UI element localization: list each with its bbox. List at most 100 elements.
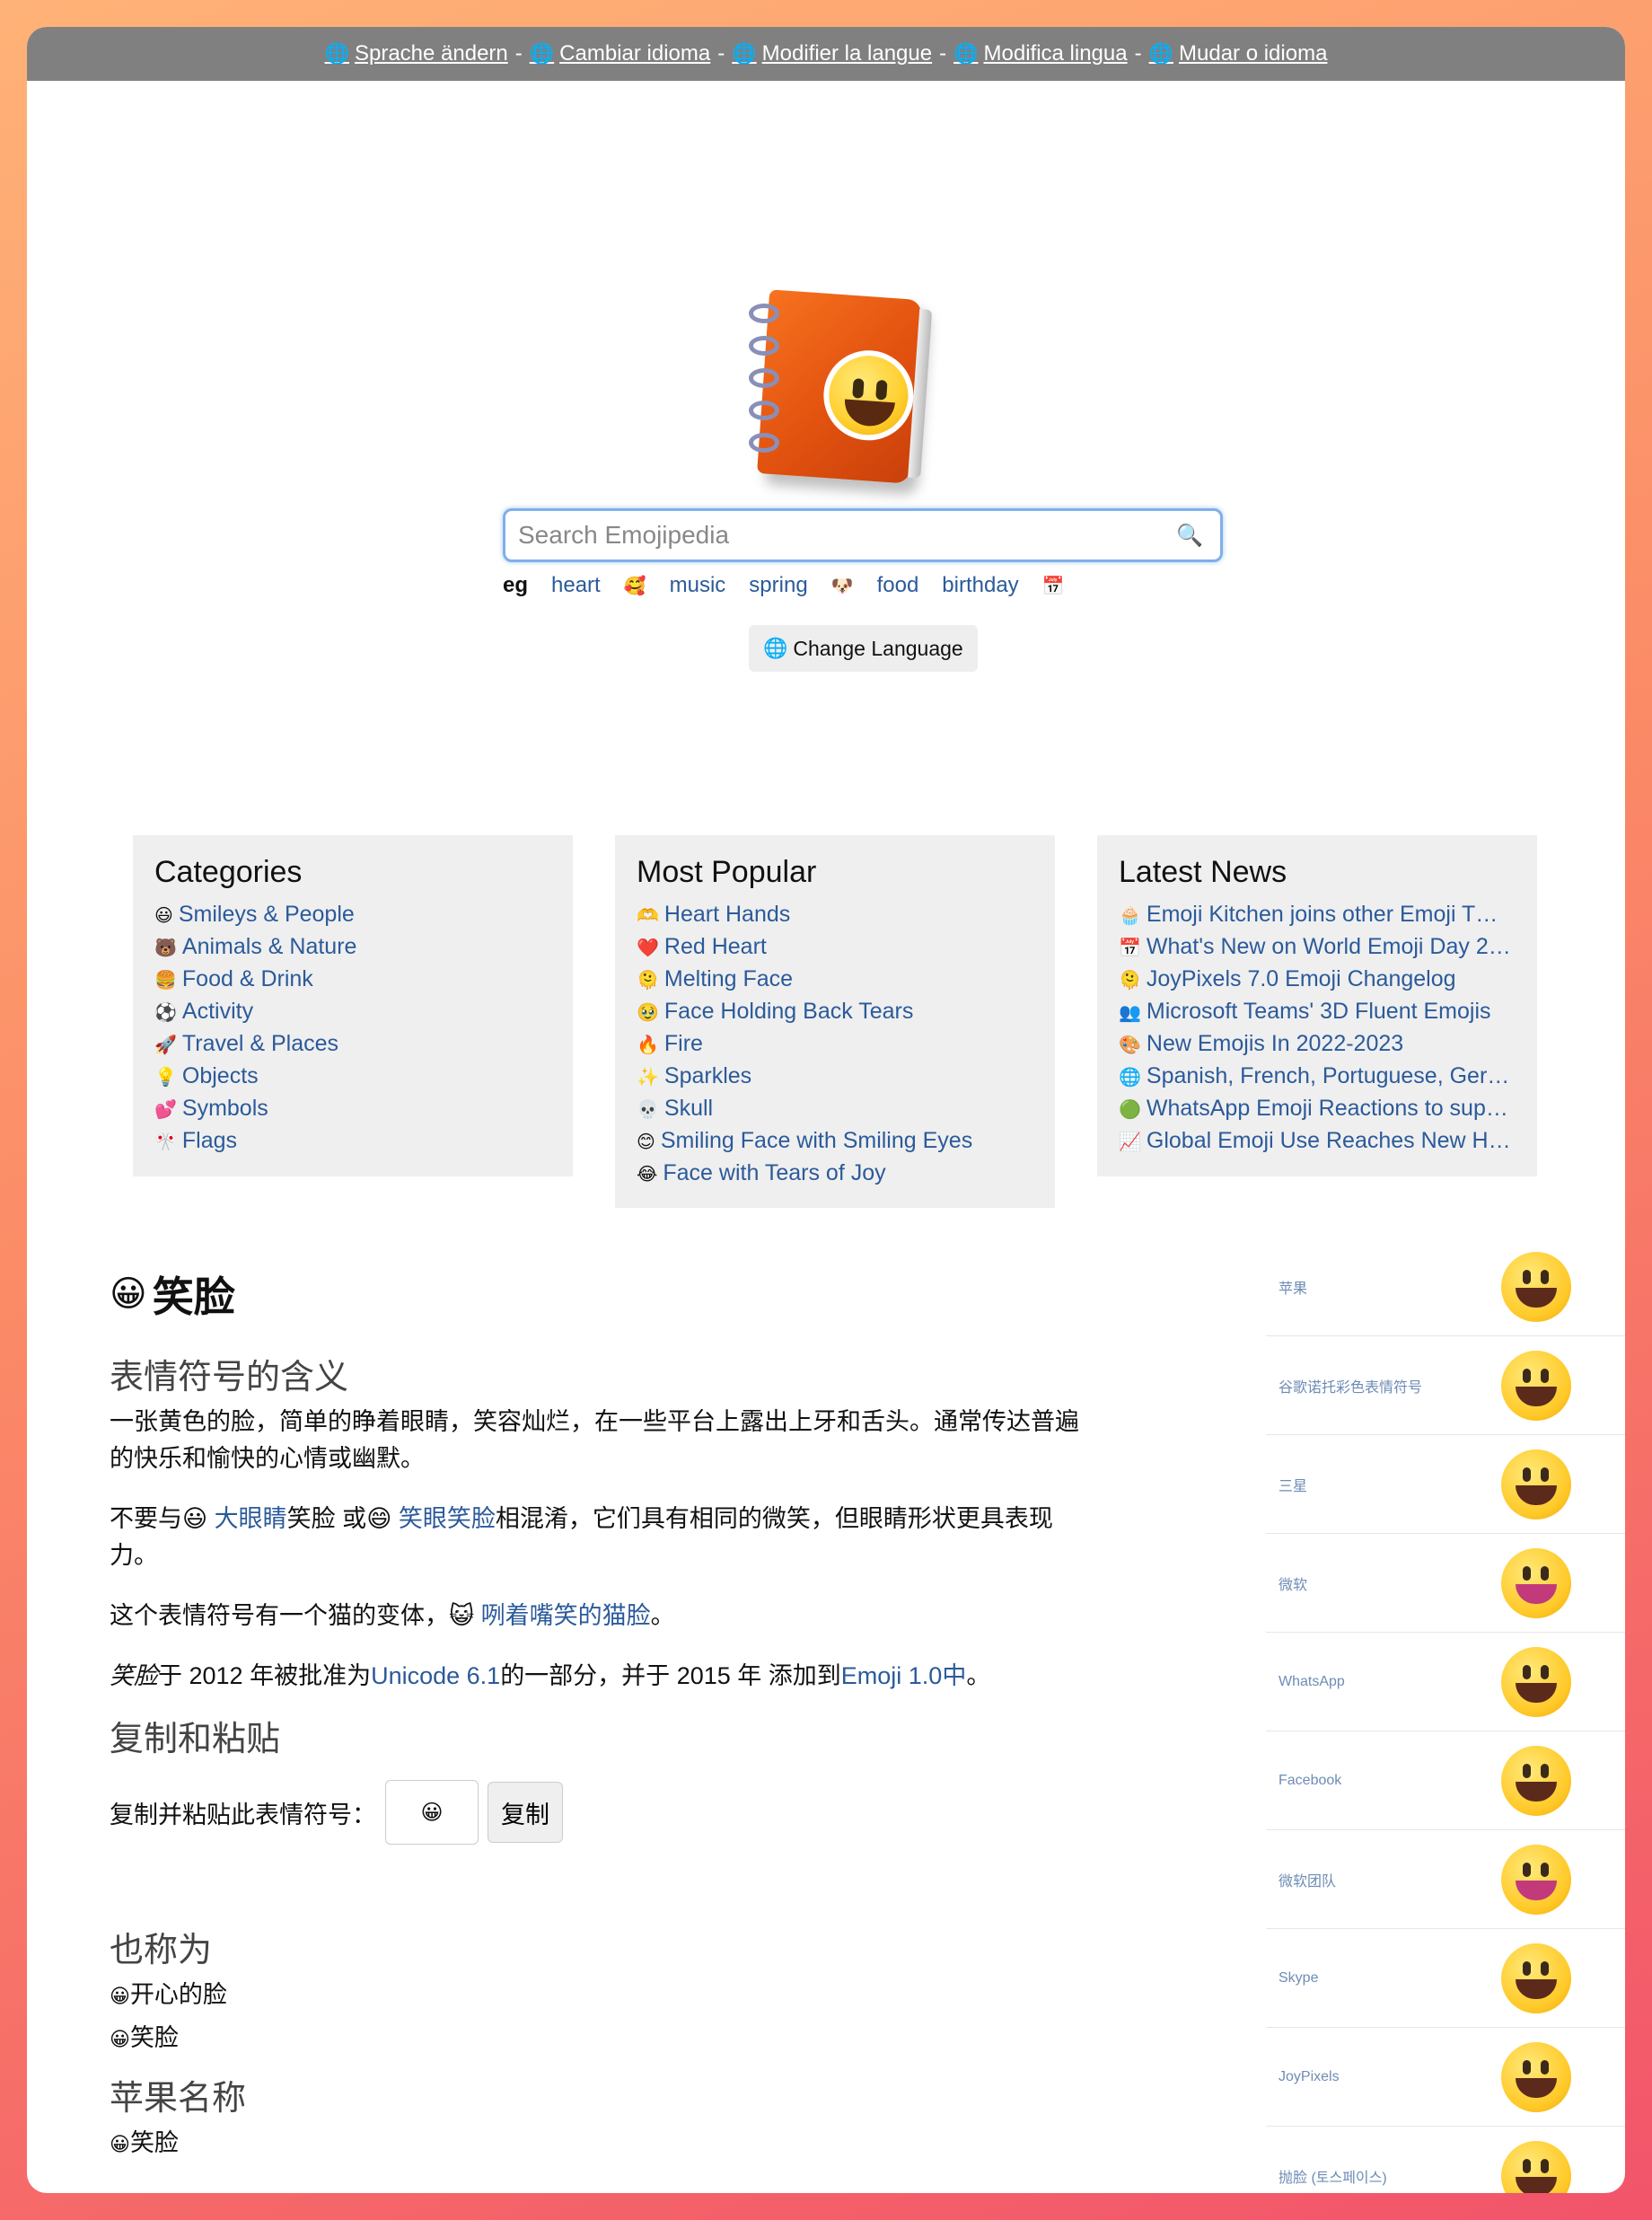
news-link[interactable]: Emoji Kitchen joins other Emoji T… xyxy=(1147,902,1498,927)
suggestion-music[interactable]: music xyxy=(670,573,726,598)
category-link[interactable]: Objects xyxy=(182,1063,259,1088)
news-item[interactable]: 🧁 Emoji Kitchen joins other Emoji T… xyxy=(1119,899,1516,931)
vendor-row[interactable]: 抛脸 (토스페이스) xyxy=(1266,2127,1625,2193)
vendor-row[interactable]: 苹果 xyxy=(1266,1238,1625,1336)
vendor-name[interactable]: 微软 xyxy=(1279,1572,1307,1594)
popular-item[interactable]: ❤️ Red Heart xyxy=(637,931,1033,964)
grinning-face-icon[interactable] xyxy=(1501,1745,1571,1816)
vendor-name[interactable]: 抛脸 (토스페이스) xyxy=(1279,2165,1387,2187)
grinning-face-icon[interactable] xyxy=(1501,2041,1571,2112)
category-link[interactable]: Symbols xyxy=(182,1096,268,1121)
suggestion-birthday[interactable]: birthday xyxy=(942,573,1018,598)
popular-link[interactable]: Face Holding Back Tears xyxy=(664,999,913,1024)
category-link[interactable]: Activity xyxy=(182,999,253,1024)
news-item[interactable]: 🟢 WhatsApp Emoji Reactions to sup… xyxy=(1119,1093,1516,1125)
vendor-name[interactable]: Facebook xyxy=(1279,1773,1341,1789)
grinning-face-icon[interactable] xyxy=(1501,1350,1571,1421)
popular-item[interactable]: 😊 Smiling Face with Smiling Eyes xyxy=(637,1125,1033,1158)
lang-link-fr[interactable]: 🌐 Modifier la langue xyxy=(732,41,932,66)
news-item[interactable]: 🎨 New Emojis In 2022-2023 xyxy=(1119,1028,1516,1061)
category-item[interactable]: 🚀 Travel & Places xyxy=(154,1028,551,1061)
news-item[interactable]: 📅 What's New on World Emoji Day 2… xyxy=(1119,931,1516,964)
news-item[interactable]: 🌐 Spanish, French, Portuguese, Ger… xyxy=(1119,1061,1516,1093)
popular-item[interactable]: ✨ Sparkles xyxy=(637,1061,1033,1093)
lang-link-it[interactable]: 🌐 Modifica lingua xyxy=(953,41,1128,66)
grinning-face-icon[interactable] xyxy=(1501,1449,1571,1520)
popular-item[interactable]: 🥹 Face Holding Back Tears xyxy=(637,996,1033,1028)
grinning-face-icon[interactable] xyxy=(1501,1844,1571,1915)
popular-link[interactable]: Fire xyxy=(664,1031,703,1056)
lang-link-pt[interactable]: 🌐 Mudar o idioma xyxy=(1149,41,1328,66)
popular-item[interactable]: 💀 Skull xyxy=(637,1093,1033,1125)
news-link[interactable]: JoyPixels 7.0 Emoji Changelog xyxy=(1147,966,1456,991)
category-item[interactable]: 😃 Smileys & People xyxy=(154,899,551,931)
link-unicode-version[interactable]: Unicode 6.1 xyxy=(371,1662,500,1689)
news-link[interactable]: Spanish, French, Portuguese, Ger… xyxy=(1147,1063,1509,1088)
news-item[interactable]: 📈 Global Emoji Use Reaches New H… xyxy=(1119,1125,1516,1158)
category-link[interactable]: Animals & Nature xyxy=(182,934,357,959)
category-item[interactable]: 🍔 Food & Drink xyxy=(154,964,551,996)
category-item[interactable]: 🐻 Animals & Nature xyxy=(154,931,551,964)
vendor-name[interactable]: 三星 xyxy=(1279,1474,1307,1495)
grinning-face-icon[interactable] xyxy=(1501,1646,1571,1717)
vendor-row[interactable]: WhatsApp xyxy=(1266,1633,1625,1731)
news-link[interactable]: Global Emoji Use Reaches New H… xyxy=(1147,1128,1511,1153)
category-item[interactable]: ⚽ Activity xyxy=(154,996,551,1028)
search-icon[interactable]: 🔍 xyxy=(1172,517,1208,553)
lang-link-de[interactable]: 🌐 Sprache ändern xyxy=(325,41,508,66)
link-smiling-eyes[interactable]: 笑眼笑脸 xyxy=(399,1505,496,1532)
vendor-name[interactable]: 谷歌诺托彩色表情符号 xyxy=(1279,1375,1422,1396)
category-link[interactable]: Smileys & People xyxy=(179,902,355,927)
vendor-row[interactable]: 微软 xyxy=(1266,1534,1625,1633)
popular-link[interactable]: Smiling Face with Smiling Eyes xyxy=(661,1128,972,1153)
link-cat-variant[interactable]: 咧着嘴笑的猫脸 xyxy=(481,1602,651,1629)
popular-link[interactable]: Skull xyxy=(664,1096,713,1121)
link-emoji-version[interactable]: Emoji 1.0中 xyxy=(841,1662,967,1689)
popular-link[interactable]: Red Heart xyxy=(664,934,767,959)
vendor-row[interactable]: 三星 xyxy=(1266,1435,1625,1534)
category-link[interactable]: Travel & Places xyxy=(182,1031,338,1056)
vendor-name[interactable]: JoyPixels xyxy=(1279,2069,1340,2085)
category-item[interactable]: 💕 Symbols xyxy=(154,1093,551,1125)
popular-item[interactable]: 🔥 Fire xyxy=(637,1028,1033,1061)
popular-item[interactable]: 🫠 Melting Face xyxy=(637,964,1033,996)
popular-link[interactable]: Heart Hands xyxy=(664,902,790,927)
link-big-eyes[interactable]: 大眼睛 xyxy=(215,1505,287,1532)
suggestion-heart[interactable]: heart xyxy=(551,573,601,598)
copy-button[interactable]: 复制 xyxy=(488,1782,563,1843)
news-item[interactable]: 👥 Microsoft Teams' 3D Fluent Emojis xyxy=(1119,996,1516,1028)
news-link[interactable]: What's New on World Emoji Day 2… xyxy=(1147,934,1511,959)
grinning-face-icon[interactable] xyxy=(1501,1251,1571,1322)
category-link[interactable]: Flags xyxy=(182,1128,237,1153)
suggestion-spring[interactable]: spring xyxy=(749,573,807,598)
category-item[interactable]: 🎌 Flags xyxy=(154,1125,551,1158)
popular-item[interactable]: 🫶 Heart Hands xyxy=(637,899,1033,931)
popular-link[interactable]: Sparkles xyxy=(664,1063,751,1088)
lang-link-es[interactable]: 🌐 Cambiar idioma xyxy=(530,41,710,66)
vendor-row[interactable]: 微软团队 xyxy=(1266,1830,1625,1929)
category-link[interactable]: Food & Drink xyxy=(182,966,313,991)
search-input[interactable] xyxy=(518,521,1172,550)
vendor-row[interactable]: Skype xyxy=(1266,1929,1625,2028)
change-language-button[interactable]: 🌐 Change Language xyxy=(749,625,978,672)
copy-input[interactable]: 😀 xyxy=(385,1780,479,1845)
popular-link[interactable]: Face with Tears of Joy xyxy=(663,1160,885,1185)
popular-item[interactable]: 😂 Face with Tears of Joy xyxy=(637,1158,1033,1190)
vendor-row[interactable]: JoyPixels xyxy=(1266,2028,1625,2127)
vendor-name[interactable]: Skype xyxy=(1279,1970,1318,1987)
popular-link[interactable]: Melting Face xyxy=(664,966,793,991)
news-link[interactable]: New Emojis In 2022-2023 xyxy=(1147,1031,1403,1056)
grinning-face-icon[interactable] xyxy=(1501,1942,1571,2013)
news-item[interactable]: 🫠 JoyPixels 7.0 Emoji Changelog xyxy=(1119,964,1516,996)
grinning-face-icon[interactable] xyxy=(1501,1547,1571,1618)
vendor-row[interactable]: 谷歌诺托彩色表情符号 xyxy=(1266,1336,1625,1435)
vendor-row[interactable]: Facebook xyxy=(1266,1731,1625,1830)
news-link[interactable]: Microsoft Teams' 3D Fluent Emojis xyxy=(1147,999,1491,1024)
suggestion-food[interactable]: food xyxy=(877,573,919,598)
emojipedia-logo[interactable] xyxy=(736,268,952,501)
grinning-face-icon[interactable] xyxy=(1501,2140,1571,2193)
news-link[interactable]: WhatsApp Emoji Reactions to sup… xyxy=(1147,1096,1508,1121)
category-item[interactable]: 💡 Objects xyxy=(154,1061,551,1093)
vendor-name[interactable]: 苹果 xyxy=(1279,1276,1307,1298)
vendor-name[interactable]: WhatsApp xyxy=(1279,1674,1345,1690)
